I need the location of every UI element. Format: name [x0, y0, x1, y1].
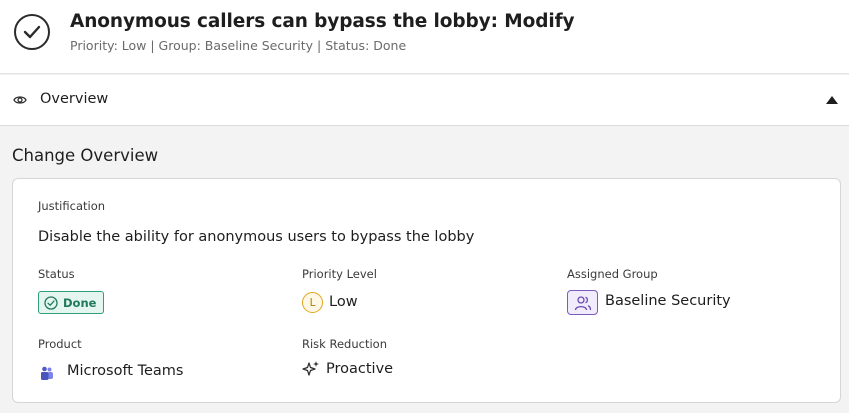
- teams-icon: [41, 366, 53, 380]
- caret-up-icon[interactable]: [826, 96, 838, 104]
- page-title: Anonymous callers can bypass the lobby: …: [70, 11, 575, 32]
- status-badge: Done: [38, 291, 105, 314]
- section-title: Change Overview: [12, 146, 159, 165]
- risk-value: Proactive: [326, 361, 394, 377]
- product-value: Microsoft Teams: [67, 363, 184, 379]
- page-header: Anonymous callers can bypass the lobby: …: [0, 0, 849, 74]
- group-value: Baseline Security: [605, 293, 731, 309]
- justification-label: Justification: [38, 199, 106, 213]
- status-label: Status: [38, 267, 75, 281]
- eye-icon: [13, 96, 27, 104]
- group-label: Assigned Group: [567, 267, 658, 281]
- product-label: Product: [38, 337, 82, 351]
- priority-label: Priority Level: [302, 267, 377, 281]
- sparkle-icon: [302, 361, 319, 376]
- priority-value: Low: [329, 294, 358, 310]
- risk-label: Risk Reduction: [302, 337, 387, 351]
- overview-accordion-header[interactable]: Overview: [0, 75, 849, 126]
- users-icon: [567, 290, 598, 315]
- priority-badge: L: [302, 292, 323, 313]
- check-circle-icon: [44, 295, 58, 310]
- justification-value: Disable the ability for anonymous users …: [38, 229, 475, 245]
- page-subtitle: Priority: Low | Group: Baseline Security…: [70, 38, 407, 53]
- status-value: Done: [63, 295, 97, 310]
- change-overview-card: Justification Disable the ability for an…: [12, 178, 841, 403]
- overview-label: Overview: [40, 91, 109, 107]
- check-circle-icon: [14, 14, 50, 50]
